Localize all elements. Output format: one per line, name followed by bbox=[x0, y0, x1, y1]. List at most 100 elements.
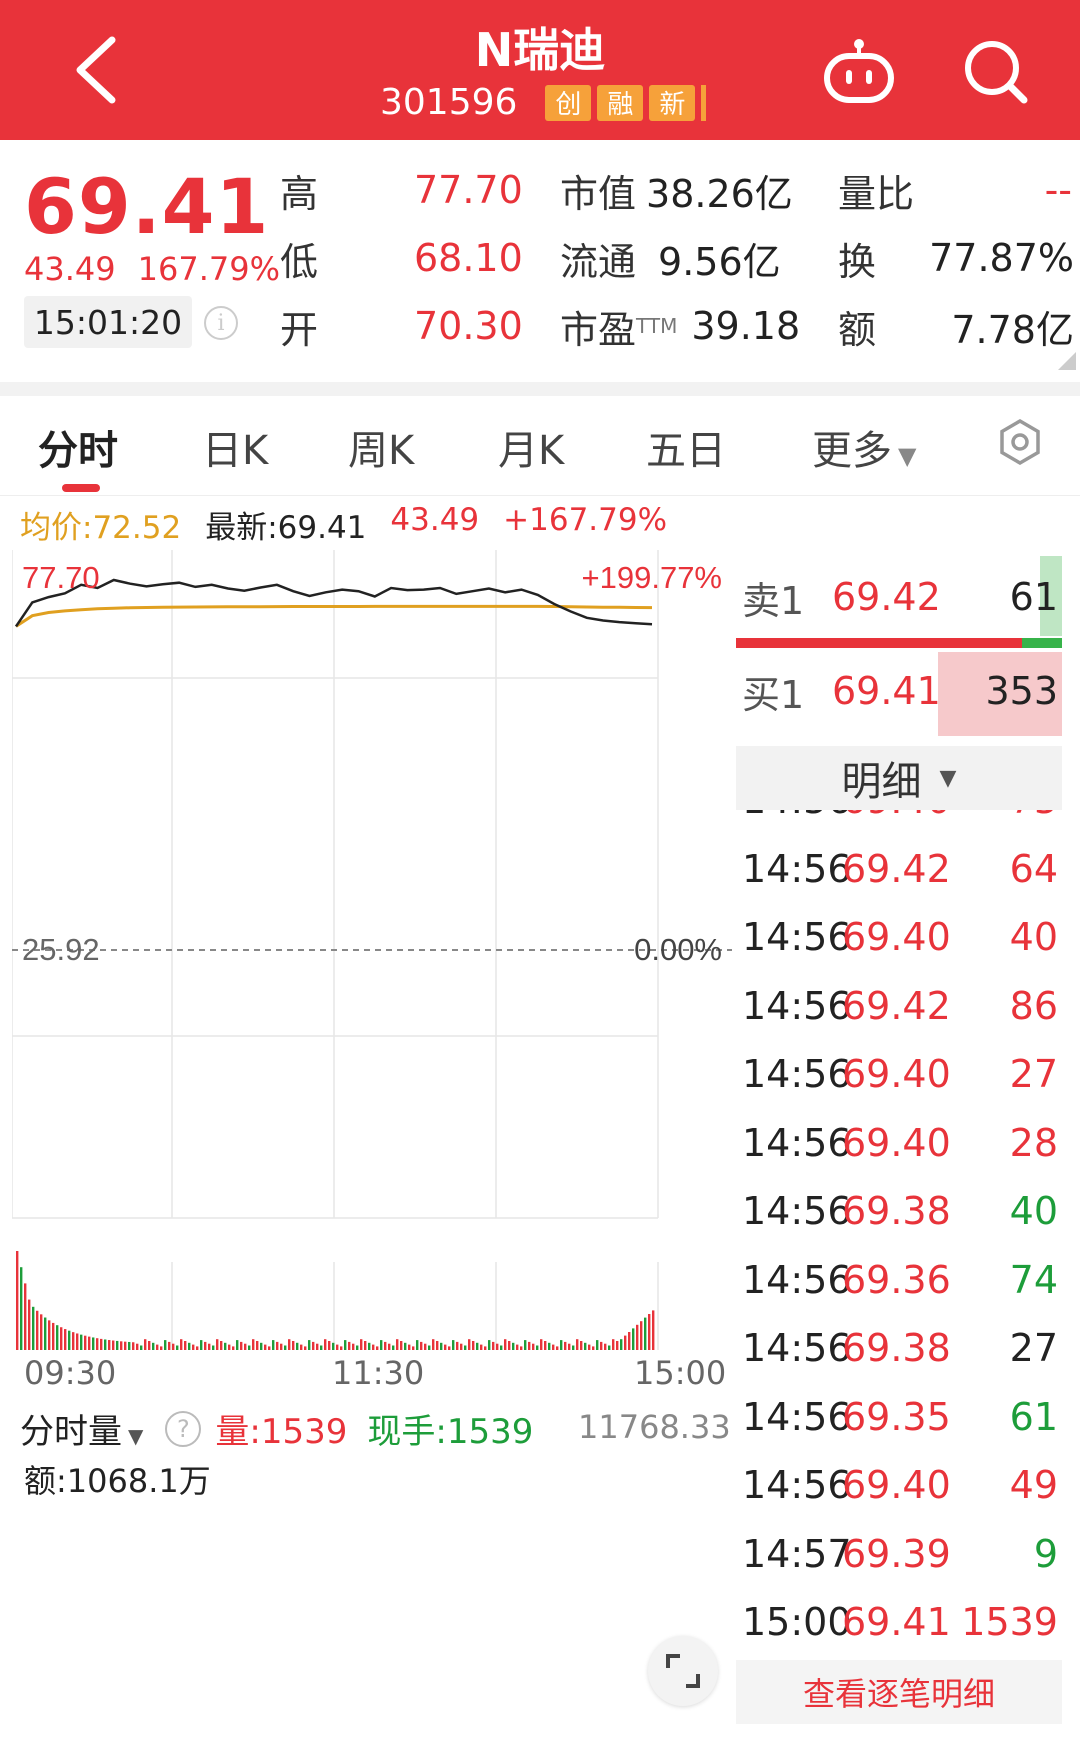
tick-row: 14:56 69.40 40 bbox=[736, 903, 1066, 971]
settings-icon[interactable] bbox=[996, 418, 1044, 466]
volume-bar bbox=[376, 1346, 379, 1350]
volume-bar bbox=[188, 1342, 191, 1350]
tick-volume: 9 bbox=[1033, 1531, 1058, 1576]
legend-change: 43.49 bbox=[390, 502, 480, 538]
volume-bar bbox=[80, 1334, 83, 1350]
detail-dropdown[interactable]: 明细 ▼ bbox=[736, 746, 1062, 810]
help-icon[interactable]: ? bbox=[165, 1410, 202, 1447]
volume-bar bbox=[364, 1341, 367, 1350]
volume-bar bbox=[96, 1338, 99, 1350]
tick-price: 69.40 bbox=[842, 1463, 951, 1507]
volume-bar bbox=[340, 1346, 343, 1350]
volume-bar bbox=[88, 1336, 91, 1350]
low-label: 低 bbox=[280, 239, 319, 284]
app-header: N瑞迪 301596 创 融 新 bbox=[0, 0, 1080, 140]
volume-bar bbox=[572, 1345, 575, 1350]
volume-bar bbox=[252, 1339, 255, 1350]
search-icon[interactable] bbox=[962, 38, 1030, 106]
tick-time: 14:56 bbox=[742, 1120, 852, 1165]
volume-bar bbox=[36, 1310, 39, 1350]
vol-ratio-label: 量比 bbox=[838, 171, 915, 216]
mktcap-label: 市值 bbox=[560, 171, 637, 216]
float-value: 9.56亿 bbox=[658, 239, 781, 284]
volume-bar bbox=[68, 1330, 71, 1350]
expand-corner-icon[interactable] bbox=[1058, 352, 1076, 370]
volume-bar bbox=[304, 1346, 307, 1350]
tick-list[interactable]: 14:5669.407514:5669.426414:5669.404014:5… bbox=[736, 810, 1066, 1650]
intraday-chart[interactable]: 77.70 +199.77% 25.92 0.00% bbox=[12, 550, 732, 1350]
volume-bar bbox=[468, 1339, 471, 1350]
tag-separator bbox=[701, 84, 707, 121]
volume-bar bbox=[536, 1345, 539, 1350]
volume-bar bbox=[436, 1341, 439, 1350]
volume-bar bbox=[640, 1321, 643, 1350]
pe-row: 市盈 TTM 39.18 bbox=[560, 296, 800, 356]
volume-bar bbox=[240, 1341, 243, 1350]
view-all-ticks-button[interactable]: 查看逐笔明细 bbox=[736, 1660, 1062, 1724]
amount-row: 额 7.78亿 bbox=[838, 296, 1078, 356]
tick-time: 14:56 bbox=[742, 846, 852, 891]
volume-bar bbox=[216, 1339, 219, 1350]
section-divider bbox=[0, 382, 1080, 396]
info-icon[interactable]: i bbox=[204, 306, 238, 340]
fullscreen-button[interactable] bbox=[648, 1636, 718, 1706]
tick-row: 14:57 69.39 9 bbox=[736, 1520, 1066, 1588]
tab-weekly-k[interactable]: 周K bbox=[348, 418, 414, 476]
sell-1-volume: 61 bbox=[1009, 575, 1058, 619]
buy-1-volume: 353 bbox=[985, 669, 1058, 713]
open-value: 70.30 bbox=[414, 304, 523, 348]
volume-bar bbox=[568, 1343, 571, 1350]
tab-monthly-k[interactable]: 月K bbox=[498, 418, 564, 476]
legend-latest: 最新:69.41 bbox=[205, 510, 367, 546]
tag-rong: 融 bbox=[597, 84, 644, 121]
tab-intraday[interactable]: 分时 bbox=[38, 418, 118, 476]
volume-bar bbox=[380, 1340, 383, 1350]
tick-time: 14:57 bbox=[742, 1531, 852, 1576]
volume-bar bbox=[40, 1314, 43, 1350]
volume-bar bbox=[300, 1344, 303, 1350]
tick-volume: 49 bbox=[1009, 1463, 1058, 1507]
tick-row: 14:56 69.36 74 bbox=[736, 1246, 1066, 1314]
volume-bar bbox=[160, 1346, 163, 1350]
volume-bar bbox=[184, 1341, 187, 1350]
tab-five-day[interactable]: 五日 bbox=[646, 418, 726, 476]
low-row: 低 bbox=[280, 228, 318, 288]
volume-bar bbox=[412, 1346, 415, 1350]
tab-more[interactable]: 更多 ▼ bbox=[812, 418, 916, 476]
volume-bar bbox=[132, 1342, 135, 1350]
volume-bar bbox=[320, 1345, 323, 1350]
chevron-down-icon: ▼ bbox=[898, 442, 917, 470]
volume-bar bbox=[308, 1340, 311, 1350]
volume-bar bbox=[224, 1342, 227, 1350]
volume-bar bbox=[512, 1342, 515, 1350]
tick-price: 69.39 bbox=[842, 1531, 951, 1576]
tab-daily-k[interactable]: 日K bbox=[202, 418, 268, 476]
volume-selector-label: 分时量 bbox=[20, 1412, 122, 1452]
volume-bar bbox=[372, 1344, 375, 1350]
tick-time: 14:56 bbox=[736, 810, 852, 822]
volume-bar bbox=[648, 1314, 651, 1350]
volume-selector[interactable]: 分时量 ▼ bbox=[20, 1404, 143, 1453]
volume-bar bbox=[576, 1339, 579, 1350]
volume-bar bbox=[244, 1343, 247, 1350]
volume-bar bbox=[560, 1340, 563, 1350]
volume-bar bbox=[100, 1338, 103, 1350]
volume-bar bbox=[44, 1317, 47, 1350]
tick-row: 14:56 69.35 61 bbox=[736, 1383, 1066, 1451]
volume-bar bbox=[604, 1343, 607, 1350]
volume-bar bbox=[92, 1337, 95, 1350]
volume-bar bbox=[628, 1332, 631, 1350]
high-value-row: 77.70 bbox=[414, 160, 523, 220]
volume-bar bbox=[272, 1340, 275, 1350]
tick-volume: 28 bbox=[1009, 1120, 1058, 1165]
volume-bar bbox=[360, 1339, 363, 1350]
volume-bar bbox=[180, 1339, 183, 1350]
pe-label: 市盈 bbox=[560, 307, 637, 352]
robot-assistant-icon[interactable] bbox=[822, 36, 896, 106]
tick-time: 14:56 bbox=[742, 1326, 852, 1370]
volume-bar bbox=[520, 1346, 523, 1350]
volume-bar bbox=[236, 1340, 239, 1350]
float-label: 流通 bbox=[560, 239, 637, 284]
turnover-value: 77.87% bbox=[929, 236, 1074, 280]
tick-price: 69.40 bbox=[842, 810, 970, 822]
